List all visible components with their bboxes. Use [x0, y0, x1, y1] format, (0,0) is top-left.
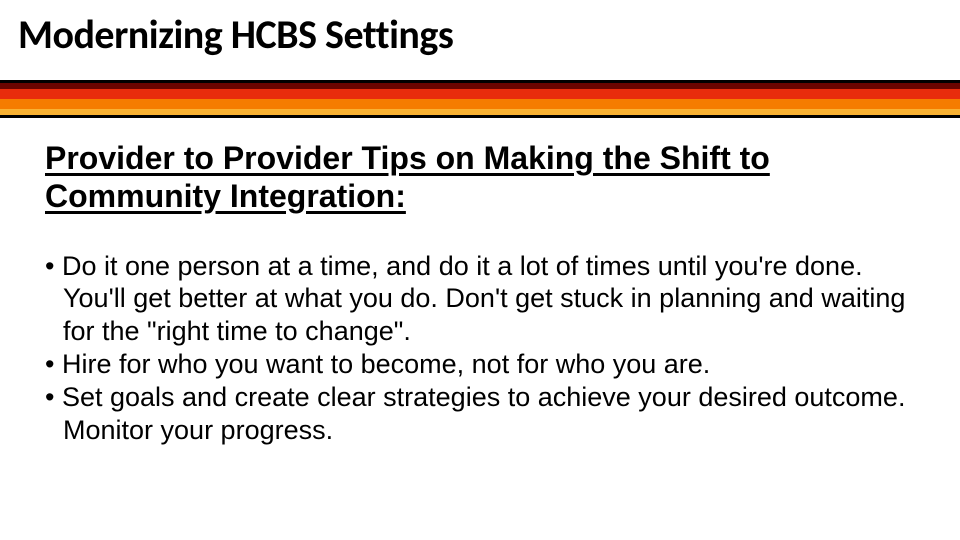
- content-area: Provider to Provider Tips on Making the …: [45, 140, 915, 447]
- bullet-text: Hire for who you want to become, not for…: [62, 349, 710, 379]
- bullet-text: Do it one person at a time, and do it a …: [62, 251, 905, 347]
- band-red: [0, 89, 960, 99]
- bullet-glyph: •: [45, 382, 62, 412]
- accent-band: [0, 80, 960, 120]
- bullet-item-3: • Set goals and create clear strategies …: [45, 381, 915, 447]
- bullet-glyph: •: [45, 251, 62, 281]
- bullet-list: • Do it one person at a time, and do it …: [45, 250, 915, 448]
- bullet-item-1: • Do it one person at a time, and do it …: [45, 250, 915, 349]
- slide-title: Modernizing HCBS Settings: [18, 10, 453, 59]
- slide: Modernizing HCBS Settings Provider to Pr…: [0, 0, 960, 540]
- section-heading: Provider to Provider Tips on Making the …: [45, 140, 915, 216]
- band-black-bottom: [0, 115, 960, 118]
- bullet-text: Set goals and create clear strategies to…: [62, 382, 905, 445]
- band-orange: [0, 99, 960, 109]
- bullet-item-2: • Hire for who you want to become, not f…: [45, 348, 915, 381]
- bullet-glyph: •: [45, 349, 62, 379]
